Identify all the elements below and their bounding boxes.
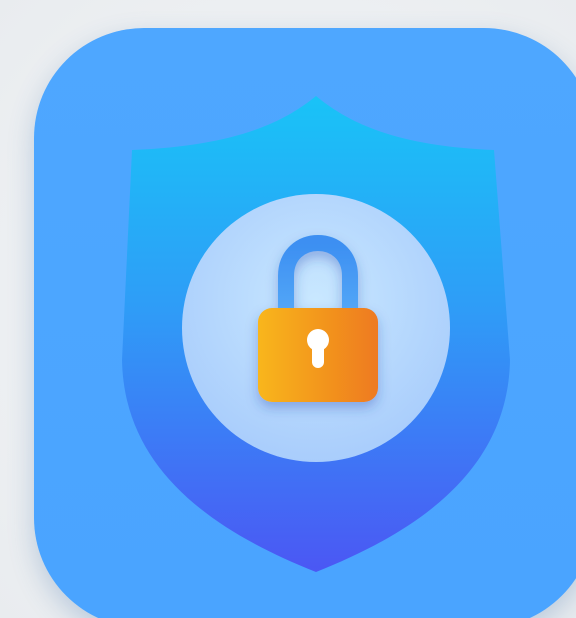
shield-icon [122,96,510,572]
canvas [0,0,576,618]
